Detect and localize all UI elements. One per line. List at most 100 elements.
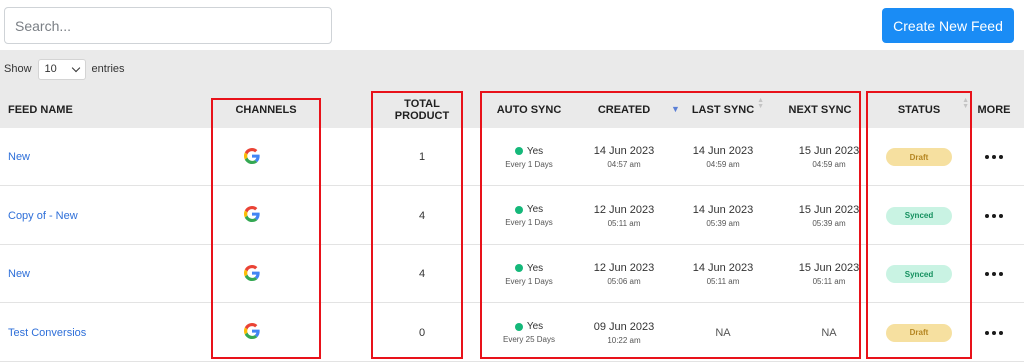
created-cell: 09 Jun 2023 10:22 am xyxy=(582,304,666,362)
status-header-label: STATUS xyxy=(897,104,941,116)
next-sync-time: 05:39 am xyxy=(812,218,846,228)
last-sync-date: NA xyxy=(715,326,731,339)
created-cell: 12 Jun 2023 05:06 am xyxy=(582,245,666,303)
next-sync-time: 05:11 am xyxy=(812,277,846,286)
auto-sync-cell: Yes Every 1 Days xyxy=(487,128,571,186)
google-icon xyxy=(244,147,260,167)
last-sync-time: 04:59 am xyxy=(706,160,740,169)
column-header-channels[interactable]: CHANNELS xyxy=(212,92,320,128)
next-sync-date: 15 Jun 2023 xyxy=(798,262,860,274)
column-header-next-sync[interactable]: NEXT SYNC xyxy=(777,92,863,128)
created-time: 05:06 am xyxy=(607,277,641,286)
channel-cell xyxy=(212,187,292,245)
status-cell: Synced xyxy=(867,187,971,245)
entries-control: Show 10 entries xyxy=(4,58,125,80)
column-header-created[interactable]: CREATED xyxy=(582,92,666,128)
auto-sync-status: Yes xyxy=(514,145,544,157)
created-header-label: CREATED xyxy=(597,104,651,116)
auto-sync-frequency: Every 1 Days xyxy=(505,159,553,169)
sort-arrows-icon: ▲ ▼ xyxy=(962,97,969,110)
auto-sync-frequency: Every 25 Days xyxy=(502,335,556,344)
table-row: New 4 Yes Every 1 Days 12 Jun 2023 05:06 am 14… xyxy=(0,245,1024,303)
auto-sync-status: Yes xyxy=(514,321,544,332)
column-header-auto-sync[interactable]: AUTO SYNC xyxy=(487,92,571,128)
status-dot-icon xyxy=(514,264,523,272)
auto-sync-label: Yes xyxy=(526,262,544,274)
table-row: New 1 Yes Every 1 Days 14 Jun 2023 04:57 am 14… xyxy=(0,128,1024,186)
auto-sync-frequency: Every 1 Days xyxy=(505,276,553,286)
total-product-cell: 4 xyxy=(418,268,426,280)
show-label: Show xyxy=(4,63,32,75)
last-sync-date: 14 Jun 2023 xyxy=(692,203,754,216)
status-badge: Synced xyxy=(886,206,952,225)
feed-name-link[interactable]: New xyxy=(8,128,30,186)
feed-name-header-label: FEED NAME xyxy=(8,104,73,116)
sort-arrows-icon: ▲ ▼ xyxy=(757,97,764,110)
auto-sync-label: Yes xyxy=(526,204,544,215)
auto-sync-cell: Yes Every 1 Days xyxy=(487,187,571,245)
table-row: Test Conversios 0 Yes Every 25 Days 09 Jun 2… xyxy=(0,303,1024,362)
more-options-icon[interactable] xyxy=(985,151,1003,163)
more-options-icon[interactable] xyxy=(985,268,1003,280)
next-sync-header-label: NEXT SYNC xyxy=(788,104,852,116)
column-header-feed-name[interactable]: FEED NAME xyxy=(8,92,118,128)
channel-cell xyxy=(212,304,292,362)
next-sync-cell: 15 Jun 2023 05:11 am xyxy=(777,245,881,303)
created-date: 09 Jun 2023 xyxy=(593,320,655,333)
auto-sync-label: Yes xyxy=(526,321,544,332)
created-cell: 12 Jun 2023 05:11 am xyxy=(582,187,666,245)
last-sync-cell: 14 Jun 2023 04:59 am xyxy=(680,128,766,186)
google-icon xyxy=(244,206,260,225)
entries-label: entries xyxy=(91,63,125,75)
column-header-more: MORE xyxy=(972,92,1016,128)
auto-sync-label: Yes xyxy=(526,145,544,157)
feed-name-link[interactable]: New xyxy=(8,245,30,303)
auto-sync-header-label: AUTO SYNC xyxy=(496,104,562,116)
feed-name-link[interactable]: Test Conversios xyxy=(8,304,86,362)
created-cell: 14 Jun 2023 04:57 am xyxy=(582,128,666,186)
auto-sync-status: Yes xyxy=(514,204,544,215)
entries-value: 10 xyxy=(44,63,57,75)
toolbar: Create New Feed xyxy=(0,0,1024,50)
next-sync-cell: 15 Jun 2023 04:59 am xyxy=(777,128,881,186)
last-sync-header-label: LAST SYNC xyxy=(691,104,755,116)
table-row: Copy of - New 4 Yes Every 1 Days 12 Jun 2023… xyxy=(0,186,1024,245)
created-date: 14 Jun 2023 xyxy=(593,145,655,157)
total-product-cell: 0 xyxy=(418,326,426,339)
channel-cell xyxy=(212,128,292,186)
status-dot-icon xyxy=(514,322,523,331)
status-cell: Synced xyxy=(867,245,971,303)
google-icon xyxy=(244,264,260,284)
last-sync-cell: 14 Jun 2023 05:11 am xyxy=(680,245,766,303)
last-sync-cell: 14 Jun 2023 05:39 am xyxy=(680,187,766,245)
last-sync-cell: NA xyxy=(680,304,766,362)
status-dot-icon xyxy=(514,205,523,214)
total-product-cell: 4 xyxy=(418,209,426,222)
entries-select[interactable]: 10 xyxy=(37,58,86,80)
auto-sync-frequency: Every 1 Days xyxy=(505,218,553,227)
column-header-status[interactable]: STATUS ▲ ▼ xyxy=(867,92,971,128)
status-badge: Draft xyxy=(886,148,952,166)
total-product-header-line1: TOTAL xyxy=(404,98,440,110)
sort-desc-icon[interactable]: ▼ xyxy=(671,104,680,114)
next-sync-time: 04:59 am xyxy=(812,160,846,169)
created-time: 05:11 am xyxy=(607,218,641,228)
created-date: 12 Jun 2023 xyxy=(593,203,655,216)
status-cell: Draft xyxy=(867,304,971,362)
status-cell: Draft xyxy=(867,128,971,186)
more-options-icon[interactable] xyxy=(985,210,1003,222)
more-header-label: MORE xyxy=(977,104,1011,116)
created-date: 12 Jun 2023 xyxy=(593,262,655,274)
more-options-icon[interactable] xyxy=(985,327,1003,339)
last-sync-date: 14 Jun 2023 xyxy=(692,145,754,157)
last-sync-time: 05:11 am xyxy=(706,277,740,286)
search-input[interactable] xyxy=(4,7,332,44)
auto-sync-status: Yes xyxy=(514,262,544,274)
column-header-last-sync[interactable]: LAST SYNC ▲ ▼ xyxy=(680,92,766,128)
create-new-feed-button[interactable]: Create New Feed xyxy=(882,8,1014,43)
next-sync-date: 15 Jun 2023 xyxy=(798,203,860,216)
total-product-header-line2: PRODUCT xyxy=(394,110,450,122)
auto-sync-cell: Yes Every 1 Days xyxy=(487,245,571,303)
feed-name-link[interactable]: Copy of - New xyxy=(8,187,78,245)
column-header-total-product[interactable]: TOTAL PRODUCT xyxy=(372,92,472,128)
